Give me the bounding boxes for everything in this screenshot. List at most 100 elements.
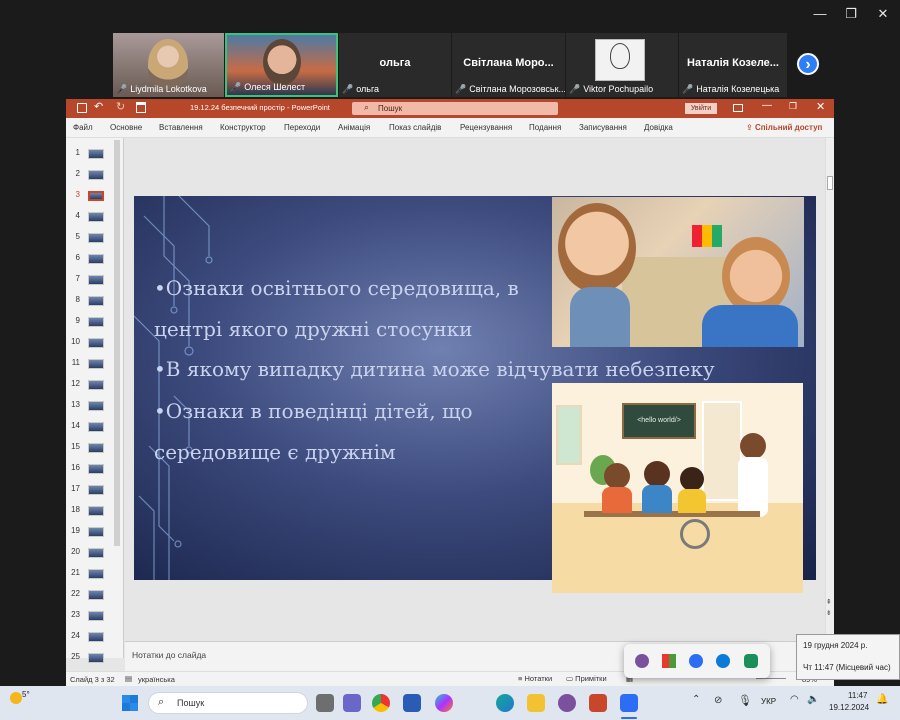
zoom-slider[interactable] bbox=[756, 678, 786, 679]
slide-thumbnail-image bbox=[88, 170, 104, 180]
main-scrollbar[interactable] bbox=[825, 138, 834, 635]
mic-icon[interactable]: 🎙 bbox=[738, 694, 752, 707]
tab-design[interactable]: Конструктор bbox=[220, 123, 266, 132]
language-indicator[interactable]: українська bbox=[138, 675, 175, 684]
proofing-icon[interactable]: ▤ bbox=[125, 674, 132, 683]
undo-icon[interactable]: ↶ bbox=[94, 100, 103, 113]
slide-thumbnail[interactable]: 20 bbox=[70, 544, 120, 565]
signin-button[interactable]: Увійти bbox=[685, 103, 717, 114]
defender-icon[interactable] bbox=[744, 654, 758, 668]
participant-video bbox=[148, 39, 188, 89]
tab-insert[interactable]: Вставлення bbox=[159, 123, 203, 132]
share-button[interactable]: ⇪ Спільний доступ bbox=[746, 123, 822, 132]
participant-tile[interactable]: Наталія Козеле... 🎤 Наталія Козелецька bbox=[679, 33, 787, 97]
participant-tile[interactable]: ольга 🎤 ольга bbox=[339, 33, 451, 97]
participant-tile[interactable]: 🎤 Liydmila Lokotkova bbox=[113, 33, 224, 97]
viber-icon[interactable] bbox=[558, 694, 576, 712]
slide-thumbnail[interactable]: 21 bbox=[70, 565, 120, 586]
prev-slide-icon[interactable]: ⇞ bbox=[826, 598, 832, 606]
slide-thumbnail[interactable]: 2 bbox=[70, 166, 120, 187]
pp-close-button[interactable]: ✕ bbox=[816, 100, 825, 113]
comments-toggle[interactable]: ▭ Примітки bbox=[566, 674, 607, 683]
slide-thumbnail[interactable]: 18 bbox=[70, 502, 120, 523]
app-grid-icon[interactable] bbox=[662, 654, 676, 668]
slide-thumbnail[interactable]: 14 bbox=[70, 418, 120, 439]
save-icon[interactable] bbox=[77, 103, 87, 113]
slide-thumbnail[interactable]: 7 bbox=[70, 271, 120, 292]
explorer-icon[interactable] bbox=[527, 694, 545, 712]
zoom-app-icon[interactable] bbox=[620, 694, 638, 712]
participant-tile[interactable]: 🎤 Viktor Pochupailo bbox=[566, 33, 678, 97]
notification-bell-icon[interactable]: 🔔 bbox=[876, 694, 888, 705]
slide-thumbnail[interactable]: 15 bbox=[70, 439, 120, 460]
pp-minimize-button[interactable]: — bbox=[762, 100, 772, 111]
notes-toggle[interactable]: ≡ Нотатки bbox=[518, 674, 552, 683]
slide-thumbnail[interactable]: 9 bbox=[70, 313, 120, 334]
mic-muted-icon: 🎤 bbox=[342, 84, 354, 94]
viber-icon[interactable] bbox=[635, 654, 649, 668]
powerpoint-icon[interactable] bbox=[589, 694, 607, 712]
slide-thumbnail[interactable]: 16 bbox=[70, 460, 120, 481]
slide-thumbnail[interactable]: 22 bbox=[70, 586, 120, 607]
slide-thumbnail[interactable]: 1 bbox=[70, 145, 120, 166]
pp-restore-button[interactable]: ❐ bbox=[789, 101, 797, 112]
slide-thumbnail[interactable]: 5 bbox=[70, 229, 120, 250]
network-icon[interactable]: ⊘ bbox=[714, 695, 722, 706]
volume-icon[interactable]: 🔈 bbox=[807, 694, 819, 705]
slide-thumbnail[interactable]: 25 bbox=[70, 649, 120, 670]
slide-thumbnail[interactable]: 4 bbox=[70, 208, 120, 229]
slide-thumbnail[interactable]: 8 bbox=[70, 292, 120, 313]
slide-thumbnail[interactable]: 23 bbox=[70, 607, 120, 628]
search-box[interactable]: ⌕ Пошук bbox=[352, 102, 558, 115]
restore-button[interactable]: ❐ bbox=[841, 6, 861, 22]
tab-transitions[interactable]: Переходи bbox=[284, 123, 320, 132]
tab-animations[interactable]: Анімація bbox=[338, 123, 370, 132]
slide-thumbnail[interactable]: 6 bbox=[70, 250, 120, 271]
participant-tile[interactable]: Світлана Моро... 🎤 Світлана Морозовськ... bbox=[452, 33, 565, 97]
slide-thumbnail[interactable]: 13 bbox=[70, 397, 120, 418]
tab-help[interactable]: Довідка bbox=[644, 123, 673, 132]
next-page-button[interactable]: › bbox=[797, 53, 819, 75]
taskbar-search[interactable]: ⌕ Пошук bbox=[148, 692, 308, 714]
copilot-icon[interactable] bbox=[435, 694, 453, 712]
minimize-button[interactable]: — bbox=[810, 6, 830, 21]
notes-toggle-label: Нотатки bbox=[524, 674, 553, 683]
close-button[interactable]: ✕ bbox=[873, 6, 893, 22]
taskbar-time[interactable]: 11:47 bbox=[848, 691, 867, 700]
scroll-thumb[interactable] bbox=[827, 176, 833, 190]
hp-icon[interactable] bbox=[716, 654, 730, 668]
tab-review[interactable]: Рецензування bbox=[460, 123, 512, 132]
edge-icon[interactable] bbox=[496, 694, 514, 712]
participant-tile-active[interactable]: 🎤 Олеся Шелест bbox=[225, 33, 338, 97]
tab-slideshow[interactable]: Показ слайдів bbox=[389, 123, 441, 132]
redo-icon[interactable]: ↻ bbox=[116, 100, 125, 113]
slide-thumbnail-number: 12 bbox=[71, 379, 80, 388]
start-button[interactable] bbox=[122, 695, 138, 711]
zoom-tray-icon[interactable] bbox=[689, 654, 703, 668]
presenter-icon[interactable] bbox=[136, 102, 146, 113]
chrome-icon[interactable] bbox=[372, 694, 390, 712]
tab-home[interactable]: Основне bbox=[110, 123, 142, 132]
share-icon: ⇪ bbox=[746, 123, 755, 132]
chevron-up-icon[interactable]: ⌃ bbox=[692, 694, 700, 705]
ribbon-options-icon[interactable] bbox=[733, 104, 743, 112]
wifi-icon[interactable]: ◠ bbox=[790, 694, 799, 705]
task-view-icon[interactable] bbox=[316, 694, 334, 712]
slide-thumbnail[interactable]: 3 bbox=[70, 187, 120, 208]
meet-icon[interactable] bbox=[343, 694, 361, 712]
taskbar-date[interactable]: 19.12.2024 bbox=[829, 703, 869, 712]
tab-file[interactable]: Файл bbox=[73, 123, 93, 132]
slide-thumbnail-image bbox=[88, 191, 104, 201]
weather-widget[interactable]: 5° bbox=[8, 690, 40, 716]
slide-thumbnail[interactable]: 19 bbox=[70, 523, 120, 544]
slide-thumbnail[interactable]: 10 bbox=[70, 334, 120, 355]
tab-view[interactable]: Подання bbox=[529, 123, 561, 132]
slide-thumbnail[interactable]: 12 bbox=[70, 376, 120, 397]
keyboard-language[interactable]: УКР bbox=[761, 697, 776, 706]
word-icon[interactable] bbox=[403, 694, 421, 712]
slide-thumbnail[interactable]: 24 bbox=[70, 628, 120, 649]
tab-record[interactable]: Записування bbox=[579, 123, 627, 132]
slide-thumbnail[interactable]: 11 bbox=[70, 355, 120, 376]
slide-thumbnail[interactable]: 17 bbox=[70, 481, 120, 502]
next-slide-icon[interactable]: ⇟ bbox=[826, 609, 832, 617]
